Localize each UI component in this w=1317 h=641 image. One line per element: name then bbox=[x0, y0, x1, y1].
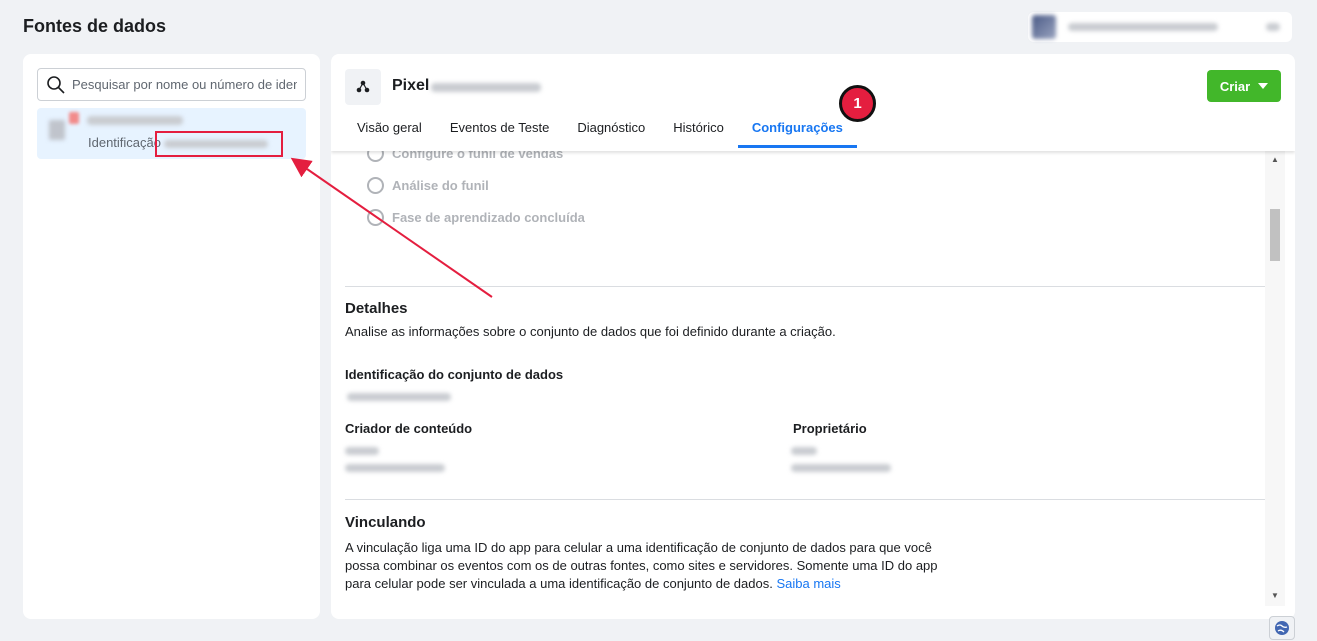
learn-more-link[interactable]: Saiba mais bbox=[776, 576, 840, 591]
create-button-label: Criar bbox=[1219, 78, 1251, 94]
tab-test-events[interactable]: Eventos de Teste bbox=[436, 112, 564, 151]
account-avatar bbox=[1032, 15, 1056, 39]
tab-settings[interactable]: Configurações bbox=[737, 112, 857, 148]
owner-label: Proprietário bbox=[793, 421, 867, 436]
dataset-id-label: Identificação do conjunto de dados bbox=[345, 367, 564, 382]
step-label: Análise do funil bbox=[392, 178, 489, 193]
creator-label: Criador de conteúdo bbox=[345, 421, 473, 436]
dataset-id-redacted bbox=[347, 393, 451, 401]
page-title: Fontes de dados bbox=[23, 16, 167, 36]
pixel-name-redacted bbox=[431, 83, 541, 92]
pixel-nodes-icon bbox=[356, 80, 370, 93]
content-scrollbar[interactable]: ▲ ▼ bbox=[1265, 151, 1285, 606]
details-title: Detalhes bbox=[345, 300, 408, 317]
search-input[interactable] bbox=[72, 77, 297, 92]
divider bbox=[345, 499, 1265, 500]
source-name-redacted bbox=[87, 116, 183, 125]
owner-name-redacted bbox=[791, 447, 817, 455]
scroll-down-icon[interactable]: ▼ bbox=[1270, 591, 1280, 601]
search-icon bbox=[47, 75, 65, 94]
setup-step: Configure o funil de vendas bbox=[367, 151, 563, 162]
creator-name-redacted bbox=[345, 447, 379, 455]
linking-line: A vinculação liga uma ID do app para cel… bbox=[345, 540, 932, 555]
step-label: Fase de aprendizado concluída bbox=[392, 210, 585, 225]
scroll-up-icon[interactable]: ▲ bbox=[1270, 155, 1280, 165]
account-dropdown-redacted bbox=[1266, 23, 1280, 31]
tab-overview[interactable]: Visão geral bbox=[343, 112, 436, 151]
source-status-icon bbox=[69, 112, 79, 124]
linking-line: possa combinar os eventos com os de outr… bbox=[345, 558, 938, 573]
source-thumbnail bbox=[49, 120, 65, 140]
linking-title: Vinculando bbox=[345, 514, 426, 531]
caret-down-icon bbox=[1258, 83, 1269, 89]
details-description: Analise as informações sobre o conjunto … bbox=[345, 324, 836, 339]
linking-description: A vinculação liga uma ID do app para cel… bbox=[345, 539, 938, 593]
highlight-box-source-id bbox=[155, 131, 283, 157]
step-circle-icon bbox=[367, 177, 384, 194]
search-box[interactable] bbox=[37, 68, 306, 101]
tab-bar: Visão geral Eventos de Teste Diagnóstico… bbox=[343, 112, 857, 151]
pixel-title: Pixel bbox=[392, 77, 430, 94]
setup-step: Fase de aprendizado concluída bbox=[367, 209, 585, 226]
tab-diagnostics[interactable]: Diagnóstico bbox=[563, 112, 659, 151]
step-label: Configure o funil de vendas bbox=[392, 151, 564, 161]
pixel-detail-panel: Pixel Criar Visão geral Eventos de Teste… bbox=[331, 54, 1295, 619]
annotation-badge: 1 bbox=[839, 85, 876, 122]
setup-step: Análise do funil bbox=[367, 177, 489, 194]
account-name-redacted bbox=[1068, 23, 1218, 31]
scroll-thumb[interactable] bbox=[1270, 209, 1280, 261]
divider bbox=[345, 286, 1265, 287]
create-button[interactable]: Criar bbox=[1207, 70, 1281, 102]
creator-date-redacted bbox=[345, 464, 445, 472]
globe-icon bbox=[1275, 621, 1289, 635]
settings-content: Configure o funil de vendas Análise do f… bbox=[331, 151, 1265, 619]
tab-history[interactable]: Histórico bbox=[659, 112, 738, 151]
step-circle-icon bbox=[367, 151, 384, 162]
owner-id-redacted bbox=[791, 464, 891, 472]
pixel-header: Pixel Criar Visão geral Eventos de Teste… bbox=[331, 54, 1295, 151]
step-circle-icon bbox=[367, 209, 384, 226]
pixel-icon bbox=[345, 69, 381, 105]
account-switcher[interactable] bbox=[1028, 12, 1292, 42]
source-id-label: Identificação bbox=[88, 135, 161, 150]
linking-line-text: para celular pode ser vinculada a uma id… bbox=[345, 576, 773, 591]
linking-line: para celular pode ser vinculada a uma id… bbox=[345, 575, 938, 593]
language-globe-button[interactable] bbox=[1269, 616, 1295, 640]
